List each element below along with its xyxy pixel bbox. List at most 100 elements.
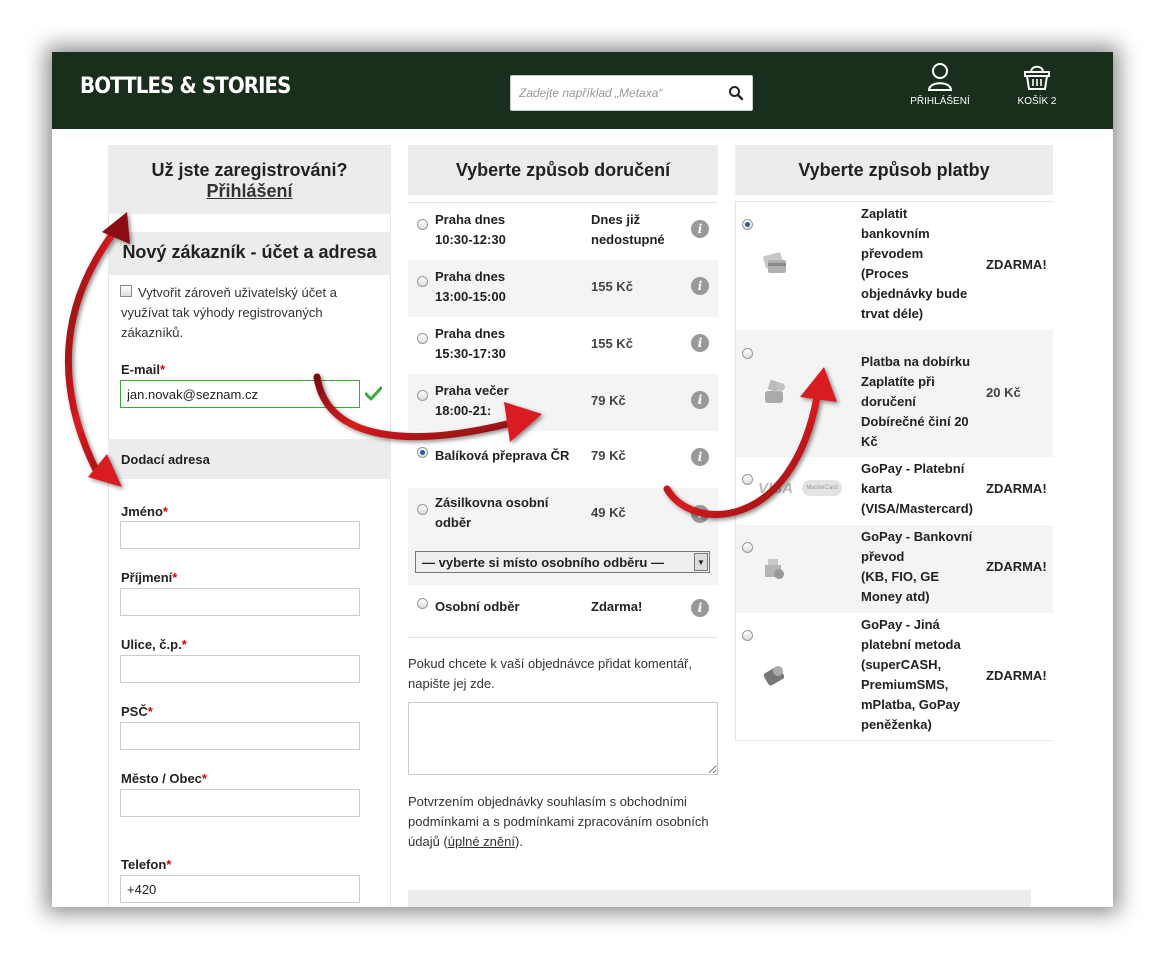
payment-radio[interactable] xyxy=(742,474,753,485)
payment-radio-selected[interactable] xyxy=(742,219,753,230)
pickup-select[interactable]: — vyberte si místo osobního odběru — ▼ xyxy=(415,551,710,573)
delivery-address-label: Dodací adresa xyxy=(121,452,210,467)
delivery-radio[interactable] xyxy=(417,390,428,401)
payment-name: GoPay - Platební karta (VISA/Mastercard) xyxy=(861,461,973,516)
new-customer-title: Nový zákazník - účet a adresa xyxy=(108,232,391,275)
payment-radio[interactable] xyxy=(742,542,753,553)
visa-mastercard-icon: VISA MasterCard xyxy=(758,480,848,497)
payment-price: ZDARMA! xyxy=(986,481,1047,496)
delivery-title: Vyberte způsob doručení xyxy=(408,145,718,195)
delivery-name: Praha večer 18:00-21: xyxy=(435,383,509,418)
info-icon[interactable]: i xyxy=(691,599,709,617)
payment-option[interactable]: GoPay - Bankovní převod (KB, FIO, GE Mon… xyxy=(736,525,1053,613)
delivery-option[interactable]: Praha večer 18:00-21: 79 Kč i xyxy=(408,374,718,431)
city-label: Město / Obec* xyxy=(121,771,207,786)
info-icon[interactable]: i xyxy=(691,277,709,295)
site-logo[interactable]: BOTTLES & STORIES xyxy=(80,74,291,99)
comment-prompt: Pokud chcete k vaší objednávce přidat ko… xyxy=(408,656,692,691)
payment-option[interactable]: Zaplatit bankovním převodem (Proces obje… xyxy=(736,202,1053,330)
payment-name: GoPay - Bankovní převod (KB, FIO, GE Mon… xyxy=(861,529,973,604)
create-account-text: Vytvořit zároveň uživatelský účet a využ… xyxy=(121,285,337,340)
search-icon[interactable] xyxy=(728,85,744,101)
phone-label: Telefon* xyxy=(121,857,172,872)
check-icon xyxy=(365,386,382,401)
phone-field[interactable] xyxy=(120,875,360,903)
street-field[interactable] xyxy=(120,655,360,683)
delivery-price: 155 Kč xyxy=(591,279,633,294)
mastercard-logo-text: MasterCard xyxy=(802,480,842,496)
delivery-price: Zdarma! xyxy=(591,599,643,614)
info-icon[interactable]: i xyxy=(691,391,709,409)
delivery-option[interactable]: Praha dnes 13:00-15:00 155 Kč i xyxy=(408,260,718,317)
browser-viewport: BOTTLES & STORIES PŘIHLÁŠENÍ xyxy=(52,52,1113,907)
cart-button[interactable]: KOŠÍK 2 xyxy=(1012,62,1062,107)
delivery-option[interactable]: Balíková přeprava ČR 79 Kč i xyxy=(408,431,718,488)
last-name-label: Příjmení* xyxy=(121,570,178,585)
delivery-price: 79 Kč xyxy=(591,448,626,463)
delivery-radio[interactable] xyxy=(417,598,428,609)
payment-name: Zaplatit bankovním převodem (Proces obje… xyxy=(861,206,968,321)
email-label: E-mail* xyxy=(121,362,166,377)
payment-name: Platba na dobírku Zaplatíte při doručení… xyxy=(861,354,971,449)
payment-title: Vyberte způsob platby xyxy=(735,145,1053,195)
search-box xyxy=(510,75,753,111)
zip-field[interactable] xyxy=(120,722,360,750)
delivery-radio[interactable] xyxy=(417,276,428,287)
search-input[interactable] xyxy=(511,76,721,110)
payment-radio[interactable] xyxy=(742,630,753,641)
first-name-label: Jméno* xyxy=(121,504,168,519)
delivery-option[interactable]: Zásilkovna osobní odběr 49 Kč i xyxy=(408,488,718,545)
payment-price: ZDARMA! xyxy=(986,257,1047,272)
chevron-down-icon[interactable]: ▼ xyxy=(694,553,708,571)
delivery-radio[interactable] xyxy=(417,333,428,344)
info-icon[interactable]: i xyxy=(691,334,709,352)
payment-price: ZDARMA! xyxy=(986,668,1047,683)
login-box: Už jste zaregistrováni? Přihlášení xyxy=(108,145,391,214)
delivery-price: 49 Kč xyxy=(591,505,626,520)
delivery-name: Praha dnes 10:30-12:30 xyxy=(435,212,506,247)
login-link[interactable]: Přihlášení xyxy=(206,181,292,201)
payment-price: ZDARMA! xyxy=(986,559,1047,574)
delivery-option[interactable]: Praha dnes 15:30-17:30 155 Kč i xyxy=(408,317,718,374)
delivery-option[interactable]: Praha dnes 10:30-12:30 Dnes již nedostup… xyxy=(408,203,718,260)
delivery-radio[interactable] xyxy=(417,219,428,230)
last-name-field[interactable] xyxy=(120,588,360,616)
summary-panel xyxy=(408,890,1031,907)
delivery-price: 79 Kč xyxy=(591,393,626,408)
login-question: Už jste zaregistrováni? xyxy=(151,160,348,180)
terms-link[interactable]: úplné znění xyxy=(448,834,515,849)
pickup-select-row: — vyberte si místo osobního odběru — ▼ xyxy=(408,545,718,585)
payment-name: GoPay - Jiná platební metoda (superCASH,… xyxy=(861,617,961,732)
delivery-name: Balíková přeprava ČR xyxy=(435,448,570,463)
first-name-field[interactable] xyxy=(120,521,360,549)
delivery-radio[interactable] xyxy=(417,504,428,515)
login-button[interactable]: PŘIHLÁŠENÍ xyxy=(910,62,970,107)
cash-on-delivery-icon xyxy=(765,379,785,403)
visa-logo-text: VISA xyxy=(758,480,794,497)
delivery-option[interactable]: Osobní odběr Zdarma! i xyxy=(408,585,718,637)
zip-label: PSČ* xyxy=(121,704,153,719)
info-icon[interactable]: i xyxy=(691,220,709,238)
delivery-address-header: Dodací adresa xyxy=(108,439,391,479)
payment-radio[interactable] xyxy=(742,348,753,359)
cart-label: KOŠÍK 2 xyxy=(1017,96,1057,107)
delivery-name: Osobní odběr xyxy=(435,599,520,614)
delivery-radio-selected[interactable] xyxy=(417,447,428,458)
email-field[interactable] xyxy=(120,380,360,408)
basket-icon xyxy=(1024,65,1050,90)
payment-option[interactable]: VISA MasterCard GoPay - Platební karta (… xyxy=(736,457,1053,525)
city-field[interactable] xyxy=(120,789,360,817)
wallet-icon xyxy=(763,666,785,686)
info-icon[interactable]: i xyxy=(691,448,709,466)
info-icon[interactable]: i xyxy=(691,505,709,523)
comment-textarea[interactable] xyxy=(408,702,718,775)
card-icon xyxy=(763,252,786,273)
site-header: BOTTLES & STORIES PŘIHLÁŠENÍ xyxy=(52,52,1113,129)
payment-option[interactable]: GoPay - Jiná platební metoda (superCASH,… xyxy=(736,613,1053,740)
delivery-name: Praha dnes 15:30-17:30 xyxy=(435,326,506,361)
bank-transfer-icon xyxy=(765,559,784,579)
login-label: PŘIHLÁŠENÍ xyxy=(910,96,970,107)
terms-text: Potvrzením objednávky souhlasím s obchod… xyxy=(408,794,709,849)
payment-option[interactable]: Platba na dobírku Zaplatíte při doručení… xyxy=(736,330,1053,457)
user-icon xyxy=(927,63,953,91)
